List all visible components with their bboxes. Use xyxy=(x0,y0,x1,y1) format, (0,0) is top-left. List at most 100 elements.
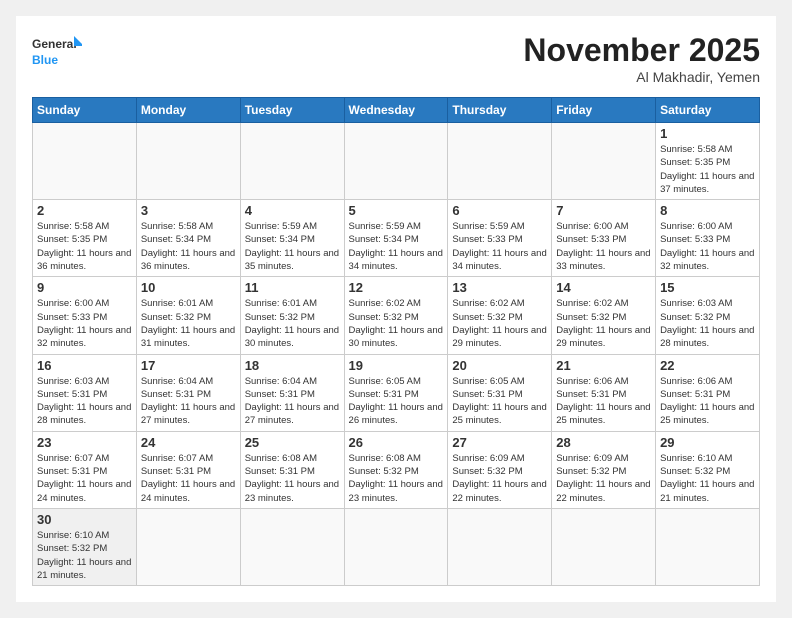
weekday-header-saturday: Saturday xyxy=(656,98,760,123)
day-cell: 24 Sunrise: 6:07 AM Sunset: 5:31 PM Dayli… xyxy=(136,431,240,508)
day-number: 6 xyxy=(452,203,547,218)
weekday-header-friday: Friday xyxy=(552,98,656,123)
day-info: Sunrise: 5:58 AM Sunset: 5:35 PM Dayligh… xyxy=(660,143,755,196)
logo: General Blue xyxy=(32,32,82,76)
day-cell: 14 Sunrise: 6:02 AM Sunset: 5:32 PM Dayli… xyxy=(552,277,656,354)
day-info: Sunrise: 6:08 AM Sunset: 5:32 PM Dayligh… xyxy=(349,452,444,505)
day-cell: 18Sunrise: 6:04 AM Sunset: 5:31 PM Dayli… xyxy=(240,354,344,431)
day-cell xyxy=(656,508,760,585)
day-info: Sunrise: 6:06 AM Sunset: 5:31 PM Dayligh… xyxy=(660,375,755,428)
page: General Blue November 2025 Al Makhadir, … xyxy=(16,16,776,602)
day-cell: 10 Sunrise: 6:01 AM Sunset: 5:32 PM Dayli… xyxy=(136,277,240,354)
day-info: Sunrise: 6:03 AM Sunset: 5:31 PM Dayligh… xyxy=(37,375,132,428)
day-info: Sunrise: 6:02 AM Sunset: 5:32 PM Dayligh… xyxy=(556,297,651,350)
day-info: Sunrise: 6:06 AM Sunset: 5:31 PM Dayligh… xyxy=(556,375,651,428)
location: Al Makhadir, Yemen xyxy=(523,69,760,85)
day-cell xyxy=(240,508,344,585)
day-info: Sunrise: 6:00 AM Sunset: 5:33 PM Dayligh… xyxy=(660,220,755,273)
day-cell: 9Sunrise: 6:00 AM Sunset: 5:33 PM Daylig… xyxy=(33,277,137,354)
day-info: Sunrise: 6:10 AM Sunset: 5:32 PM Dayligh… xyxy=(660,452,755,505)
day-number: 16 xyxy=(37,358,132,373)
day-cell: 22 Sunrise: 6:06 AM Sunset: 5:31 PM Dayli… xyxy=(656,354,760,431)
week-row-6: 30 Sunrise: 6:10 AM Sunset: 5:32 PM Dayli… xyxy=(33,508,760,585)
logo-svg: General Blue xyxy=(32,32,82,76)
day-number: 29 xyxy=(660,435,755,450)
day-number: 8 xyxy=(660,203,755,218)
day-number: 22 xyxy=(660,358,755,373)
day-number: 12 xyxy=(349,280,444,295)
day-cell: 2Sunrise: 5:58 AM Sunset: 5:35 PM Daylig… xyxy=(33,200,137,277)
weekday-header-tuesday: Tuesday xyxy=(240,98,344,123)
day-cell: 12 Sunrise: 6:02 AM Sunset: 5:32 PM Dayli… xyxy=(344,277,448,354)
day-number: 7 xyxy=(556,203,651,218)
day-number: 18 xyxy=(245,358,340,373)
title-block: November 2025 Al Makhadir, Yemen xyxy=(523,32,760,85)
day-number: 25 xyxy=(245,435,340,450)
day-number: 13 xyxy=(452,280,547,295)
day-cell xyxy=(344,123,448,200)
day-info: Sunrise: 5:59 AM Sunset: 5:34 PM Dayligh… xyxy=(349,220,444,273)
day-cell: 1 Sunrise: 5:58 AM Sunset: 5:35 PM Daylig… xyxy=(656,123,760,200)
day-cell: 6 Sunrise: 5:59 AM Sunset: 5:33 PM Daylig… xyxy=(448,200,552,277)
day-number: 30 xyxy=(37,512,132,527)
day-number: 2 xyxy=(37,203,132,218)
day-cell: 28Sunrise: 6:09 AM Sunset: 5:32 PM Dayli… xyxy=(552,431,656,508)
week-row-1: 1 Sunrise: 5:58 AM Sunset: 5:35 PM Daylig… xyxy=(33,123,760,200)
day-cell: 15Sunrise: 6:03 AM Sunset: 5:32 PM Dayli… xyxy=(656,277,760,354)
day-cell: 13 Sunrise: 6:02 AM Sunset: 5:32 PM Dayli… xyxy=(448,277,552,354)
day-info: Sunrise: 6:08 AM Sunset: 5:31 PM Dayligh… xyxy=(245,452,340,505)
day-number: 10 xyxy=(141,280,236,295)
day-info: Sunrise: 5:59 AM Sunset: 5:33 PM Dayligh… xyxy=(452,220,547,273)
day-number: 1 xyxy=(660,126,755,141)
day-number: 28 xyxy=(556,435,651,450)
day-info: Sunrise: 6:02 AM Sunset: 5:32 PM Dayligh… xyxy=(452,297,547,350)
day-info: Sunrise: 6:04 AM Sunset: 5:31 PM Dayligh… xyxy=(141,375,236,428)
day-number: 26 xyxy=(349,435,444,450)
day-number: 5 xyxy=(349,203,444,218)
day-cell xyxy=(136,508,240,585)
day-number: 3 xyxy=(141,203,236,218)
day-cell xyxy=(552,508,656,585)
day-info: Sunrise: 6:09 AM Sunset: 5:32 PM Dayligh… xyxy=(452,452,547,505)
day-number: 20 xyxy=(452,358,547,373)
day-info: Sunrise: 6:10 AM Sunset: 5:32 PM Dayligh… xyxy=(37,529,132,582)
day-cell xyxy=(33,123,137,200)
day-info: Sunrise: 6:05 AM Sunset: 5:31 PM Dayligh… xyxy=(452,375,547,428)
day-info: Sunrise: 6:05 AM Sunset: 5:31 PM Dayligh… xyxy=(349,375,444,428)
day-cell xyxy=(344,508,448,585)
week-row-5: 23 Sunrise: 6:07 AM Sunset: 5:31 PM Dayli… xyxy=(33,431,760,508)
day-number: 4 xyxy=(245,203,340,218)
day-cell: 26 Sunrise: 6:08 AM Sunset: 5:32 PM Dayli… xyxy=(344,431,448,508)
month-title: November 2025 xyxy=(523,32,760,69)
weekday-header-thursday: Thursday xyxy=(448,98,552,123)
day-cell: 17 Sunrise: 6:04 AM Sunset: 5:31 PM Dayli… xyxy=(136,354,240,431)
day-info: Sunrise: 6:07 AM Sunset: 5:31 PM Dayligh… xyxy=(141,452,236,505)
day-cell: 16 Sunrise: 6:03 AM Sunset: 5:31 PM Dayli… xyxy=(33,354,137,431)
day-info: Sunrise: 6:02 AM Sunset: 5:32 PM Dayligh… xyxy=(349,297,444,350)
header: General Blue November 2025 Al Makhadir, … xyxy=(32,32,760,85)
day-number: 15 xyxy=(660,280,755,295)
day-cell xyxy=(240,123,344,200)
day-cell: 23Sunrise: 6:07 AM Sunset: 5:31 PM Dayli… xyxy=(33,431,137,508)
day-number: 14 xyxy=(556,280,651,295)
day-number: 23 xyxy=(37,435,132,450)
day-cell xyxy=(448,123,552,200)
svg-text:Blue: Blue xyxy=(32,53,58,67)
day-number: 17 xyxy=(141,358,236,373)
day-info: Sunrise: 6:00 AM Sunset: 5:33 PM Dayligh… xyxy=(556,220,651,273)
day-info: Sunrise: 5:59 AM Sunset: 5:34 PM Dayligh… xyxy=(245,220,340,273)
day-cell: 5 Sunrise: 5:59 AM Sunset: 5:34 PM Daylig… xyxy=(344,200,448,277)
day-info: Sunrise: 5:58 AM Sunset: 5:34 PM Dayligh… xyxy=(141,220,236,273)
weekday-header-sunday: Sunday xyxy=(33,98,137,123)
day-cell: 27Sunrise: 6:09 AM Sunset: 5:32 PM Dayli… xyxy=(448,431,552,508)
day-number: 24 xyxy=(141,435,236,450)
svg-text:General: General xyxy=(32,37,77,51)
day-info: Sunrise: 6:01 AM Sunset: 5:32 PM Dayligh… xyxy=(141,297,236,350)
calendar: SundayMondayTuesdayWednesdayThursdayFrid… xyxy=(32,97,760,586)
day-cell: 19Sunrise: 6:05 AM Sunset: 5:31 PM Dayli… xyxy=(344,354,448,431)
day-number: 11 xyxy=(245,280,340,295)
day-cell xyxy=(136,123,240,200)
day-cell: 8 Sunrise: 6:00 AM Sunset: 5:33 PM Daylig… xyxy=(656,200,760,277)
weekday-header-row: SundayMondayTuesdayWednesdayThursdayFrid… xyxy=(33,98,760,123)
day-cell: 29 Sunrise: 6:10 AM Sunset: 5:32 PM Dayli… xyxy=(656,431,760,508)
